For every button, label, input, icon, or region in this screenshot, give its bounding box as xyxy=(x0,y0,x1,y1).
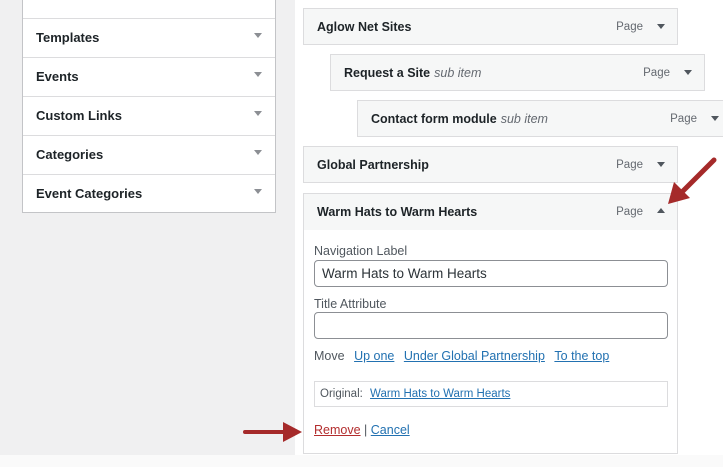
menu-item-type: Page xyxy=(616,206,643,218)
menu-item-type: Page xyxy=(616,159,643,171)
accordion-events[interactable]: Events xyxy=(23,57,275,96)
menu-item-title: Contact form module sub item xyxy=(371,112,548,126)
move-under-link[interactable]: Under Global Partnership xyxy=(404,349,545,363)
menu-item-request-a-site[interactable]: Request a Site sub item Page xyxy=(330,54,705,91)
item-actions: Remove | Cancel xyxy=(314,423,410,437)
menu-item-aglow-net-sites[interactable]: Aglow Net Sites Page xyxy=(303,8,678,45)
chevron-down-icon[interactable] xyxy=(684,70,692,75)
accordion-label: Events xyxy=(36,69,79,84)
original-link[interactable]: Warm Hats to Warm Hearts xyxy=(370,388,510,400)
chevron-down-icon[interactable] xyxy=(254,72,262,77)
original-box: Original: Warm Hats to Warm Hearts xyxy=(314,381,668,407)
menu-item-title: Warm Hats to Warm Hearts xyxy=(317,205,478,219)
sub-item-label: sub item xyxy=(500,112,548,126)
chevron-down-icon[interactable] xyxy=(254,111,262,116)
accordion-custom-links[interactable]: Custom Links xyxy=(23,96,275,135)
chevron-down-icon[interactable] xyxy=(657,24,665,29)
menu-item-global-partnership[interactable]: Global Partnership Page xyxy=(303,146,678,183)
chevron-down-icon[interactable] xyxy=(254,189,262,194)
menu-item-title-text: Contact form module xyxy=(371,112,497,126)
title-attribute-label: Title Attribute xyxy=(314,297,387,311)
add-menu-items-accordion: Templates Events Custom Links Categories… xyxy=(22,0,276,213)
menu-item-title: Global Partnership xyxy=(317,158,429,172)
accordion-templates[interactable]: Templates xyxy=(23,18,275,57)
accordion-categories[interactable]: Categories xyxy=(23,135,275,174)
menu-item-title: Aglow Net Sites xyxy=(317,20,412,34)
title-attribute-input[interactable] xyxy=(314,312,668,339)
annotation-arrow-icon xyxy=(668,157,717,204)
move-to-top-link[interactable]: To the top xyxy=(554,349,609,363)
navigation-label-input[interactable] xyxy=(314,260,668,287)
menu-item-settings: Navigation Label Title Attribute Move Up… xyxy=(303,230,678,454)
cancel-link[interactable]: Cancel xyxy=(371,423,410,437)
menu-item-warm-hats[interactable]: Warm Hats to Warm Hearts Page xyxy=(303,193,678,231)
menu-item-type: Page xyxy=(616,21,643,33)
annotation-arrow-icon xyxy=(243,422,302,442)
chevron-down-icon[interactable] xyxy=(711,116,719,121)
accordion-label: Custom Links xyxy=(36,108,122,123)
menu-item-title: Request a Site sub item xyxy=(344,66,481,80)
accordion-label: Categories xyxy=(36,147,104,162)
action-separator: | xyxy=(364,423,368,437)
original-label: Original: xyxy=(320,388,363,400)
accordion-event-categories[interactable]: Event Categories xyxy=(23,174,275,213)
accordion-label: Event Categories xyxy=(36,186,143,201)
sub-item-label: sub item xyxy=(434,66,482,80)
chevron-down-icon[interactable] xyxy=(254,33,262,38)
move-row: Move Up one Under Global Partnership To … xyxy=(314,349,609,363)
move-label: Move xyxy=(314,349,345,363)
menu-item-contact-form-module[interactable]: Contact form module sub item Page xyxy=(357,100,723,137)
chevron-up-icon[interactable] xyxy=(657,208,665,213)
move-up-one-link[interactable]: Up one xyxy=(354,349,394,363)
menu-item-type: Page xyxy=(670,113,697,125)
navigation-label-label: Navigation Label xyxy=(314,244,408,258)
menu-item-type: Page xyxy=(643,67,670,79)
menu-item-title-text: Request a Site xyxy=(344,66,431,80)
accordion-label: Templates xyxy=(36,30,100,45)
chevron-down-icon[interactable] xyxy=(254,150,262,155)
bottom-strip xyxy=(0,455,723,467)
remove-link[interactable]: Remove xyxy=(314,423,361,437)
